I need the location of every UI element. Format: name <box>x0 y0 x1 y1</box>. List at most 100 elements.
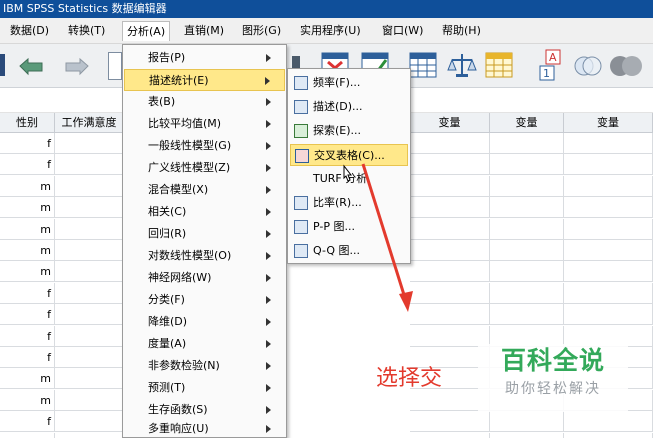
menu-item-reports[interactable]: 报告(P) <box>124 47 285 69</box>
undo-icon[interactable] <box>16 54 48 78</box>
value-labels-icon[interactable] <box>408 50 438 80</box>
submenu-item-frequencies[interactable]: 频率(F)... <box>290 72 408 94</box>
grid-cell[interactable] <box>55 347 124 368</box>
grid-cell[interactable] <box>55 133 124 154</box>
grid-cell[interactable] <box>55 433 124 438</box>
menu-item-descriptive-statistics[interactable]: 描述统计(E) <box>124 69 285 91</box>
goto-case-icon[interactable] <box>108 52 122 80</box>
column-header-gender[interactable]: 性别 <box>0 113 55 133</box>
menu-transform[interactable]: 转换(T) <box>64 21 109 41</box>
menu-item-scale[interactable]: 度量(A) <box>124 333 285 355</box>
weight-cases-icon[interactable] <box>446 50 478 80</box>
menu-item-label: 分类(F) <box>148 293 185 306</box>
grid-cell[interactable] <box>564 304 653 325</box>
column-header-job-satisfaction[interactable]: 工作满意度 <box>55 113 124 133</box>
grid-cell[interactable] <box>55 283 124 304</box>
gender-cell[interactable]: f <box>0 411 55 432</box>
grid-cell[interactable] <box>490 133 564 154</box>
gender-cell[interactable]: m <box>0 219 55 240</box>
grid-cell[interactable] <box>55 261 124 282</box>
show-all-variables-icon[interactable] <box>608 52 653 80</box>
grid-cell[interactable] <box>55 176 124 197</box>
grid-cell[interactable] <box>490 261 564 282</box>
menu-item-dimension-reduction[interactable]: 降维(D) <box>124 311 285 333</box>
submenu-item-descriptives[interactable]: 描述(D)... <box>290 96 408 118</box>
grid-cell[interactable] <box>564 240 653 261</box>
gender-cell[interactable]: m <box>0 240 55 261</box>
gender-cell[interactable]: f <box>0 347 55 368</box>
gender-cell[interactable]: f <box>0 326 55 347</box>
menu-window[interactable]: 窗口(W) <box>378 21 427 41</box>
gender-cell[interactable]: m <box>0 176 55 197</box>
grid-cell[interactable] <box>490 197 564 218</box>
grid-cell[interactable] <box>490 240 564 261</box>
grid-cell[interactable] <box>55 304 124 325</box>
grid-cell[interactable] <box>564 411 653 432</box>
grid-cell[interactable] <box>564 154 653 175</box>
grid-cell[interactable] <box>55 219 124 240</box>
menu-item-general-linear-model[interactable]: 一般线性模型(G) <box>124 135 285 157</box>
column-header-var-1[interactable]: 变量 <box>410 113 490 133</box>
gender-cell[interactable]: f <box>0 154 55 175</box>
grid-cell[interactable] <box>55 326 124 347</box>
grid-cell[interactable] <box>490 176 564 197</box>
gender-cell[interactable]: f <box>0 283 55 304</box>
menu-direct-marketing[interactable]: 直销(M) <box>180 21 228 41</box>
grid-cell[interactable] <box>564 176 653 197</box>
grid-cell[interactable] <box>55 154 124 175</box>
grid-cell[interactable] <box>564 261 653 282</box>
grid-cell[interactable] <box>55 411 124 432</box>
grid-cell[interactable] <box>55 240 124 261</box>
menu-item-mixed-models[interactable]: 混合模型(X) <box>124 179 285 201</box>
grid-cell[interactable] <box>410 133 490 154</box>
use-sets-icon[interactable] <box>572 52 604 80</box>
menu-graphs[interactable]: 图形(G) <box>238 21 285 41</box>
menu-item-nonparametric-tests[interactable]: 非参数检验(N) <box>124 355 285 377</box>
gender-cell[interactable]: f <box>0 433 55 438</box>
data-grid-icon[interactable] <box>484 50 514 80</box>
menu-item-survival[interactable]: 生存函数(S) <box>124 399 285 421</box>
menu-item-tables[interactable]: 表(B) <box>124 91 285 113</box>
menu-help[interactable]: 帮助(H) <box>438 21 485 41</box>
grid-cell[interactable] <box>410 433 490 438</box>
menu-data[interactable]: 数据(D) <box>6 21 53 41</box>
menu-item-generalized-linear-models[interactable]: 广义线性模型(Z) <box>124 157 285 179</box>
grid-cell[interactable] <box>564 219 653 240</box>
gender-cell[interactable]: m <box>0 368 55 389</box>
grid-cell[interactable] <box>490 304 564 325</box>
value-label-a1-icon[interactable]: A1 <box>536 48 566 82</box>
menu-item-neural-networks[interactable]: 神经网络(W) <box>124 267 285 289</box>
grid-cell[interactable] <box>410 411 490 432</box>
menu-item-classify[interactable]: 分类(F) <box>124 289 285 311</box>
menu-item-correlate[interactable]: 相关(C) <box>124 201 285 223</box>
redo-icon[interactable] <box>60 54 92 78</box>
menu-item-forecasting[interactable]: 预测(T) <box>124 377 285 399</box>
grid-cell[interactable] <box>490 154 564 175</box>
submenu-arrow-icon <box>265 77 270 85</box>
grid-cell[interactable] <box>564 197 653 218</box>
menu-item-regression[interactable]: 回归(R) <box>124 223 285 245</box>
menu-utilities[interactable]: 实用程序(U) <box>296 21 365 41</box>
grid-cell[interactable] <box>55 368 124 389</box>
grid-cell[interactable] <box>55 390 124 411</box>
grid-cell[interactable] <box>564 433 653 438</box>
grid-cell[interactable] <box>490 433 564 438</box>
gender-cell[interactable]: f <box>0 133 55 154</box>
menu-analyze[interactable]: 分析(A) <box>122 21 171 41</box>
submenu-item-explore[interactable]: 探索(E)... <box>290 120 408 142</box>
grid-cell[interactable] <box>490 411 564 432</box>
grid-cell[interactable] <box>55 197 124 218</box>
grid-cell[interactable] <box>490 283 564 304</box>
menu-item-loglinear[interactable]: 对数线性模型(O) <box>124 245 285 267</box>
column-header-var-3[interactable]: 变量 <box>564 113 653 133</box>
column-header-var-2[interactable]: 变量 <box>490 113 564 133</box>
gender-cell[interactable]: f <box>0 304 55 325</box>
grid-cell[interactable] <box>564 133 653 154</box>
grid-cell[interactable] <box>564 283 653 304</box>
gender-cell[interactable]: m <box>0 197 55 218</box>
gender-cell[interactable]: m <box>0 261 55 282</box>
grid-cell[interactable] <box>490 219 564 240</box>
menu-item-multiple-response[interactable]: 多重响应(U) <box>124 421 285 437</box>
gender-cell[interactable]: m <box>0 390 55 411</box>
menu-item-compare-means[interactable]: 比较平均值(M) <box>124 113 285 135</box>
